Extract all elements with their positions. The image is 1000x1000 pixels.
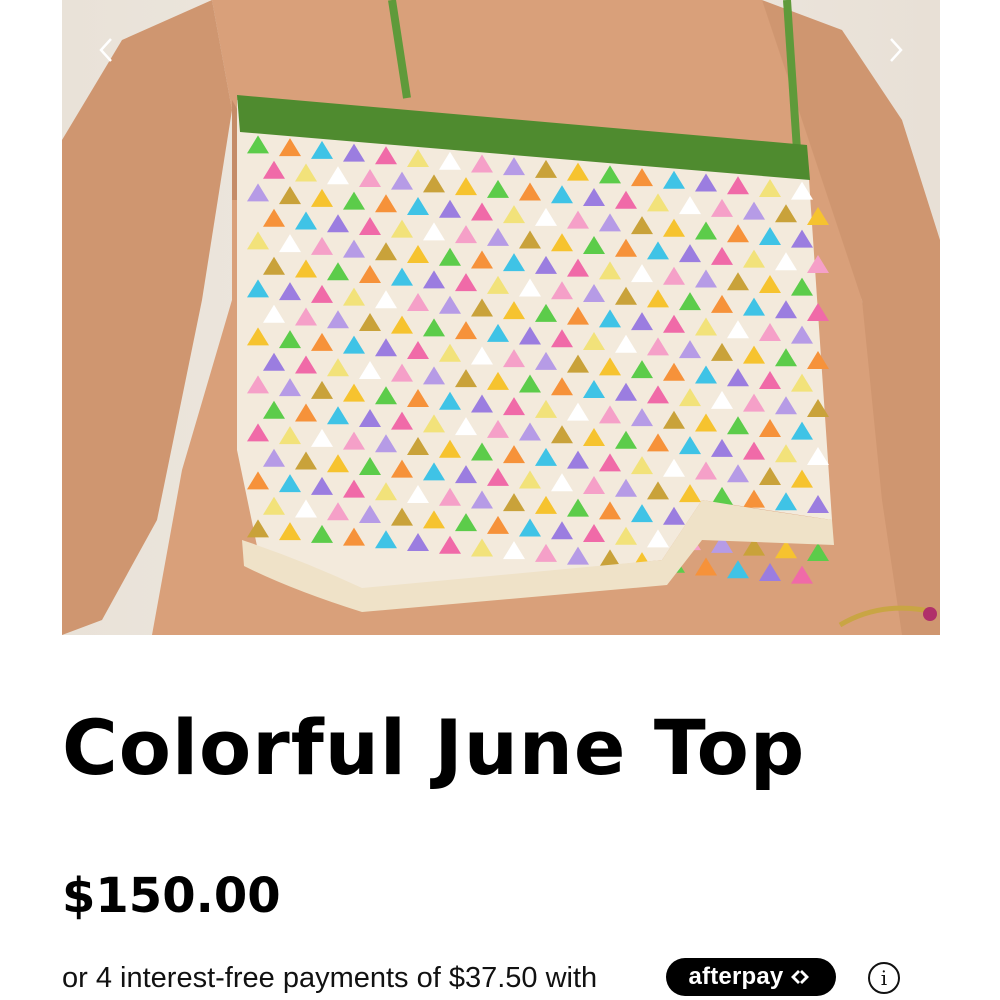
afterpay-label: afterpay: [688, 963, 784, 990]
info-icon[interactable]: i: [868, 962, 900, 994]
afterpay-arrows-icon: [791, 970, 810, 984]
chevron-left-icon: [99, 38, 112, 62]
product-title: Colorful June Top: [62, 703, 806, 792]
installment-text: or 4 interest-free payments of $37.50 wi…: [62, 961, 598, 994]
info-symbol: i: [880, 966, 888, 990]
bracelet-charm: [923, 607, 937, 621]
crochet-top: [237, 95, 834, 612]
gallery-next-button[interactable]: [876, 30, 916, 70]
product-image-gallery[interactable]: [0, 0, 1000, 635]
gallery-prev-button[interactable]: [86, 30, 126, 70]
afterpay-button[interactable]: afterpay: [666, 958, 836, 996]
product-price: $150.00: [62, 868, 281, 924]
product-photo[interactable]: [62, 0, 940, 635]
chevron-right-icon: [890, 38, 903, 62]
